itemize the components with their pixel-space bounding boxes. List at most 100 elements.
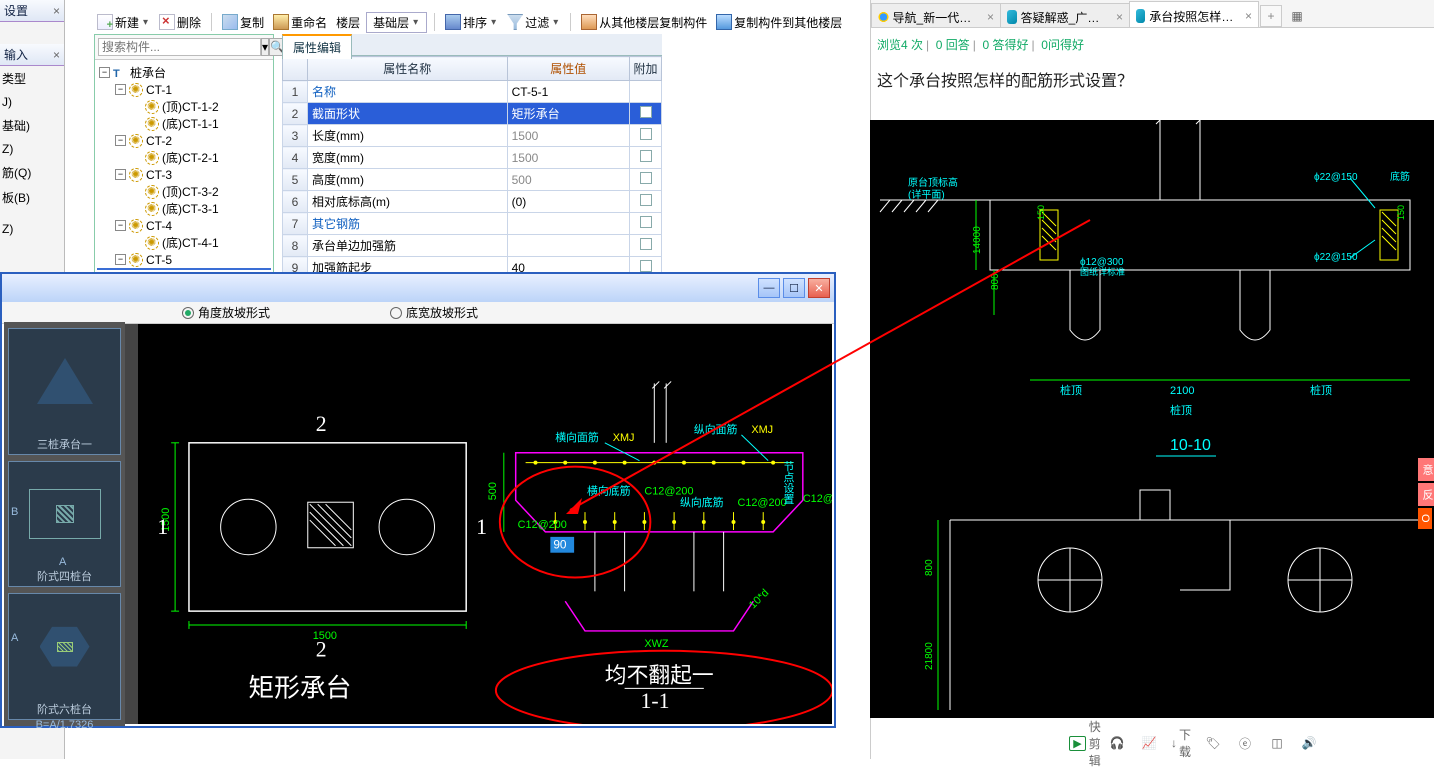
prop-row[interactable]: 5高度(mm)500 bbox=[283, 169, 662, 191]
sort-icon bbox=[445, 14, 461, 30]
component-tree[interactable]: − 桩承台 −CT-1 (顶)CT-1-2 (底)CT-1-1 − CT-2 (底… bbox=[95, 60, 273, 270]
download-button[interactable]: ↓下载 bbox=[1172, 734, 1190, 752]
tree-leaf[interactable]: (底)CT-1-1 bbox=[97, 115, 271, 132]
dialog-titlebar[interactable]: — ☐ ✕ bbox=[2, 274, 834, 302]
prop-row[interactable]: 6相对底标高(m)(0) bbox=[283, 191, 662, 213]
tree-leaf[interactable]: (底)CT-3-1 bbox=[97, 200, 271, 217]
trend-icon[interactable]: 📈 bbox=[1140, 734, 1158, 752]
side-tab[interactable]: O bbox=[1418, 508, 1432, 529]
sort-button[interactable]: 排序▾ bbox=[442, 13, 501, 32]
collapse-icon[interactable]: − bbox=[115, 254, 126, 265]
split-icon[interactable]: ◫ bbox=[1268, 734, 1286, 752]
browser-tab[interactable]: 答疑解惑_广联达服务新× bbox=[1000, 3, 1130, 27]
new-icon bbox=[97, 14, 113, 30]
tree-label: CT-2 bbox=[146, 134, 172, 148]
svg-text:2100: 2100 bbox=[1170, 385, 1194, 397]
floor-button[interactable]: 楼层 bbox=[333, 13, 363, 32]
tree-node[interactable]: −CT-1 bbox=[97, 81, 271, 98]
tree-leaf-selected[interactable]: (底)CT-5-1 bbox=[97, 268, 271, 270]
tab-close-icon[interactable]: × bbox=[987, 10, 994, 24]
new-button[interactable]: 新建▾ bbox=[94, 13, 153, 32]
close-icon[interactable]: × bbox=[53, 48, 60, 62]
thumb-rect[interactable]: B A 阶式四桩台 bbox=[8, 461, 121, 588]
headphone-icon[interactable]: 🎧 bbox=[1108, 734, 1126, 752]
prop-row[interactable]: 8承台单边加强筋 bbox=[283, 235, 662, 257]
collapse-icon[interactable]: − bbox=[115, 84, 126, 95]
category-item[interactable]: Z) bbox=[0, 218, 64, 240]
component-icon bbox=[145, 270, 159, 271]
side-tab[interactable]: 意 bbox=[1418, 458, 1434, 481]
minimize-button[interactable]: — bbox=[758, 278, 780, 298]
tab-grid-icon[interactable]: ▦ bbox=[1286, 5, 1308, 27]
side-tab[interactable]: 反 bbox=[1418, 483, 1434, 506]
drawing-canvas[interactable]: 1500 1500 1 1 2 2 矩形承台 bbox=[138, 324, 832, 724]
snip-button[interactable]: ▶快剪辑 bbox=[1076, 734, 1094, 752]
dock-tab-settings[interactable]: 设置 × bbox=[0, 0, 64, 22]
prop-row[interactable]: 3长度(mm)1500 bbox=[283, 125, 662, 147]
svg-text:矩形承台: 矩形承台 bbox=[248, 673, 351, 702]
tab-close-icon[interactable]: × bbox=[1245, 9, 1252, 23]
tree-leaf[interactable]: (底)CT-2-1 bbox=[97, 149, 271, 166]
tree-node[interactable]: −CT-3 bbox=[97, 166, 271, 183]
property-tab[interactable]: 属性编辑 bbox=[282, 34, 352, 59]
expand-all-icon[interactable]: ▾ bbox=[261, 38, 269, 56]
thumb-hex[interactable]: A 阶式六桩台 B=A/1.7326 bbox=[8, 593, 121, 720]
tag-icon[interactable]: 🏷 bbox=[1204, 734, 1222, 752]
new-tab-button[interactable]: + bbox=[1260, 5, 1282, 27]
volume-icon[interactable]: 🔊 bbox=[1300, 734, 1318, 752]
radio-width-slope[interactable]: 底宽放坡形式 bbox=[390, 304, 478, 321]
collapse-icon[interactable]: − bbox=[99, 67, 110, 78]
svg-text:均不翻起一: 均不翻起一 bbox=[605, 663, 714, 687]
prop-row-selected[interactable]: 2截面形状矩形承台 bbox=[283, 103, 662, 125]
category-item[interactable] bbox=[0, 210, 64, 218]
category-item[interactable]: 板(B) bbox=[0, 185, 64, 210]
search-input[interactable] bbox=[98, 38, 261, 56]
close-icon[interactable]: × bbox=[53, 4, 60, 18]
tree-root[interactable]: − 桩承台 bbox=[97, 64, 271, 81]
tree-label: (底)CT-3-1 bbox=[162, 200, 219, 217]
shape-thumbnails: 三桩承台一 B A 阶式四桩台 A 阶式六桩台 B=A/1.7326 bbox=[4, 322, 125, 726]
prop-row[interactable]: 7其它钢筋 bbox=[283, 213, 662, 235]
tree-leaf[interactable]: (底)CT-4-1 bbox=[97, 234, 271, 251]
clone-from-button[interactable]: 从其他楼层复制构件 bbox=[578, 13, 710, 32]
tree-node[interactable]: −CT-5 bbox=[97, 251, 271, 268]
tree-node[interactable]: − CT-2 bbox=[97, 132, 271, 149]
tree-node[interactable]: −CT-4 bbox=[97, 217, 271, 234]
dropdown-icon[interactable]: ▾ bbox=[141, 17, 150, 28]
floor-select[interactable]: 基础层▾ bbox=[366, 12, 427, 33]
browser-tab-active[interactable]: 承台按照怎样的配筋形式× bbox=[1129, 1, 1259, 27]
property-panel: 属性编辑 属性名称 属性值 附加 1名称CT-5-1 2截面形状矩形承台 3长度… bbox=[282, 34, 662, 301]
collapse-icon[interactable]: − bbox=[115, 220, 126, 231]
component-icon bbox=[129, 253, 143, 267]
dropdown-icon[interactable]: ▾ bbox=[489, 17, 498, 28]
category-item[interactable]: 筋(Q) bbox=[0, 160, 64, 185]
copy-button[interactable]: 复制 bbox=[219, 13, 267, 32]
radio-angle-slope[interactable]: 角度放坡形式 bbox=[182, 304, 270, 321]
prop-row[interactable]: 4宽度(mm)1500 bbox=[283, 147, 662, 169]
svg-text:C12@200: C12@200 bbox=[518, 519, 567, 531]
category-item[interactable]: J) bbox=[0, 91, 64, 113]
clone-to-button[interactable]: 复制构件到其他楼层 bbox=[713, 13, 845, 32]
category-item[interactable]: 类型 bbox=[0, 66, 64, 91]
browser-tab[interactable]: 导航_新一代安全上网× bbox=[871, 3, 1001, 27]
dock-tab-input[interactable]: 输入 × bbox=[0, 44, 64, 66]
delete-button[interactable]: 删除 bbox=[156, 13, 204, 32]
ie-icon[interactable]: ⓔ bbox=[1236, 734, 1254, 752]
rename-button[interactable]: 重命名 bbox=[270, 13, 330, 32]
tree-leaf[interactable]: (顶)CT-3-2 bbox=[97, 183, 271, 200]
close-button[interactable]: ✕ bbox=[808, 278, 830, 298]
category-item[interactable]: 基础) bbox=[0, 113, 64, 138]
tab-close-icon[interactable]: × bbox=[1116, 10, 1123, 24]
filter-button[interactable]: 过滤▾ bbox=[504, 13, 563, 32]
component-icon bbox=[145, 185, 159, 199]
category-item[interactable]: Z) bbox=[0, 138, 64, 160]
svg-text:C12@200: C12@200 bbox=[803, 493, 832, 505]
collapse-icon[interactable]: − bbox=[115, 169, 126, 180]
reference-drawing[interactable]: 原台顶标高 (详平面) 底筋 150 150 ϕ12@300 图纸详标准 ϕ22… bbox=[870, 120, 1434, 718]
dropdown-icon[interactable]: ▾ bbox=[551, 17, 560, 28]
collapse-icon[interactable]: − bbox=[115, 135, 126, 146]
prop-row[interactable]: 1名称CT-5-1 bbox=[283, 81, 662, 103]
maximize-button[interactable]: ☐ bbox=[783, 278, 805, 298]
thumb-tri[interactable]: 三桩承台一 bbox=[8, 328, 121, 455]
tree-leaf[interactable]: (顶)CT-1-2 bbox=[97, 98, 271, 115]
